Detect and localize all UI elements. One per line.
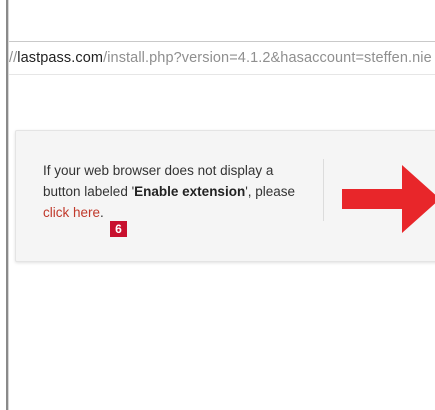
instruction-text-3: . (100, 205, 104, 220)
install-panel: If your web browser does not display a b… (15, 130, 435, 262)
toolbar-divider (9, 74, 435, 75)
install-instructions: If your web browser does not display a b… (43, 160, 313, 223)
panel-divider (323, 159, 324, 221)
url-text[interactable]: //lastpass.com/install.php?version=4.1.2… (9, 50, 432, 66)
url-domain: lastpass.com (17, 50, 104, 66)
url-path: /install.php?version=4.1.2&hasaccount=st… (103, 50, 432, 66)
click-here-link[interactable]: click here (43, 205, 100, 220)
enable-extension-label: Enable extension (134, 184, 246, 199)
step-number-badge: 6 (110, 221, 127, 237)
instruction-text-2: ', please (245, 184, 296, 199)
right-arrow-icon (342, 165, 435, 233)
address-bar[interactable]: //lastpass.com/install.php?version=4.1.2… (9, 41, 435, 75)
